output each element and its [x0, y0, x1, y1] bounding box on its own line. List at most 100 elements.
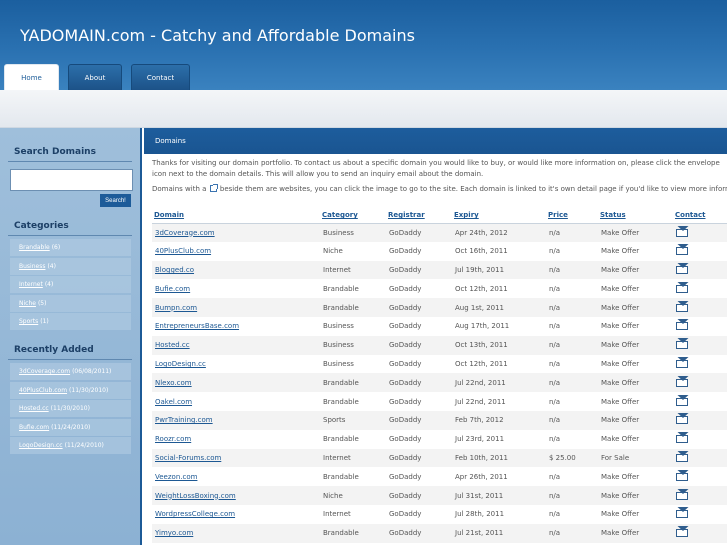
- envelope-icon[interactable]: [676, 453, 688, 462]
- category-link[interactable]: Niche: [19, 300, 36, 307]
- domain-link[interactable]: 3dCoverage.com: [155, 229, 215, 237]
- category-meta: (6): [51, 244, 61, 251]
- recent-link[interactable]: Hosted.cc: [19, 405, 49, 412]
- table-row: Oakel.com Brandable GoDaddy Jul 22nd, 2011 n…: [152, 392, 727, 411]
- domain-link[interactable]: Nlexo.com: [155, 379, 192, 387]
- recent-item[interactable]: Bufie.com (11/24/2010): [10, 418, 131, 436]
- search-input[interactable]: [10, 169, 133, 191]
- cell-status: Make Offer: [598, 316, 673, 336]
- envelope-icon[interactable]: [676, 472, 688, 481]
- envelope-icon[interactable]: [676, 529, 688, 538]
- recent-link[interactable]: 3dCoverage.com: [19, 368, 70, 375]
- recent-link[interactable]: LogoDesign.cc: [19, 442, 63, 449]
- divider: [8, 161, 132, 162]
- domain-link[interactable]: Hosted.cc: [155, 341, 190, 349]
- table-row: WordpressCollege.com Internet GoDaddy Jul 2…: [152, 504, 727, 524]
- envelope-icon[interactable]: [676, 397, 688, 406]
- category-link[interactable]: Brandable: [19, 244, 50, 251]
- cell-price: n/a: [546, 467, 598, 487]
- tab-contact[interactable]: Contact: [131, 64, 190, 90]
- envelope-icon[interactable]: [676, 322, 688, 331]
- recent-item[interactable]: LogoDesign.cc (11/24/2010): [10, 437, 131, 454]
- recent-item[interactable]: 40PlusClub.com (11/30/2010): [10, 381, 131, 399]
- cell-status: Make Offer: [598, 260, 673, 280]
- tab-home[interactable]: Home: [4, 64, 59, 90]
- domain-link[interactable]: WeightLossBoxing.com: [155, 492, 236, 500]
- domain-link[interactable]: WordpressCollege.com: [155, 510, 235, 518]
- recent-meta: (11/24/2010): [51, 423, 91, 431]
- domain-link[interactable]: Oakel.com: [155, 398, 192, 406]
- envelope-icon[interactable]: [676, 341, 688, 350]
- column-header-category[interactable]: Category: [320, 208, 386, 224]
- envelope-icon[interactable]: [676, 303, 688, 312]
- category-item[interactable]: Internet (4): [10, 276, 131, 293]
- cell-expiry: Oct 12th, 2011: [452, 279, 546, 299]
- domain-link[interactable]: Bumpn.com: [155, 304, 197, 312]
- search-heading: Search Domains: [14, 147, 96, 157]
- envelope-icon[interactable]: [676, 265, 688, 274]
- domain-link[interactable]: Bufie.com: [155, 285, 190, 293]
- search-button[interactable]: Search!: [100, 194, 131, 207]
- cell-contact: [673, 486, 727, 505]
- envelope-icon[interactable]: [676, 378, 688, 387]
- column-header-expiry[interactable]: Expiry: [452, 208, 546, 224]
- recent-link[interactable]: Bufie.com: [19, 424, 49, 431]
- cell-expiry: Jul 22nd, 2011: [452, 392, 546, 411]
- domain-link[interactable]: Yimyo.com: [155, 529, 193, 537]
- domain-link[interactable]: EntrepreneursBase.com: [155, 322, 239, 330]
- category-item[interactable]: Niche (5): [10, 294, 131, 312]
- category-item[interactable]: Business (4): [10, 257, 131, 275]
- recent-link[interactable]: 40PlusClub.com: [19, 387, 67, 394]
- domain-link[interactable]: Blogged.co: [155, 266, 194, 274]
- table-header-row: Domain Category Registrar Expiry Price Status…: [152, 208, 727, 224]
- envelope-icon[interactable]: [676, 435, 688, 444]
- domain-link[interactable]: PwrTraining.com: [155, 416, 213, 424]
- recent-item[interactable]: Hosted.cc (11/30/2010): [10, 400, 131, 417]
- tab-about[interactable]: About: [68, 64, 122, 90]
- cell-expiry: Jul 19th, 2011: [452, 260, 546, 280]
- table-row: Hosted.cc Business GoDaddy Oct 13th, 2011 n/…: [152, 335, 727, 355]
- envelope-icon[interactable]: [676, 491, 688, 500]
- category-item[interactable]: Brandable (6): [10, 239, 131, 256]
- category-meta: (1): [40, 318, 49, 325]
- cell-price: n/a: [546, 504, 598, 524]
- envelope-icon[interactable]: [676, 247, 688, 256]
- website-note: Domains with a beside them are websites,…: [152, 184, 727, 193]
- column-header-contact[interactable]: Contact: [673, 208, 727, 224]
- category-link[interactable]: Business: [19, 263, 45, 270]
- domain-link[interactable]: LogoDesign.cc: [155, 360, 206, 368]
- cell-registrar: GoDaddy: [386, 486, 452, 505]
- category-link[interactable]: Internet: [19, 281, 43, 288]
- column-header-status[interactable]: Status: [598, 208, 673, 224]
- cell-expiry: Apr 26th, 2011: [452, 467, 546, 487]
- recent-item[interactable]: 3dCoverage.com (06/08/2011): [10, 363, 131, 380]
- cell-category: Brandable: [320, 467, 386, 487]
- envelope-icon[interactable]: [676, 416, 688, 425]
- cell-domain: Bufie.com: [152, 279, 320, 299]
- category-item[interactable]: Sports (1): [10, 313, 131, 330]
- domain-link[interactable]: Social-Forums.com: [155, 454, 221, 462]
- cell-domain: Nlexo.com: [152, 373, 320, 393]
- cell-price: n/a: [546, 260, 598, 280]
- cell-price: n/a: [546, 373, 598, 393]
- domain-link[interactable]: Veezon.com: [155, 473, 197, 481]
- envelope-icon[interactable]: [676, 228, 688, 237]
- cell-status: Make Offer: [598, 429, 673, 449]
- column-header-domain[interactable]: Domain: [152, 208, 320, 224]
- column-header-registrar[interactable]: Registrar: [386, 208, 452, 224]
- category-meta: (5): [37, 299, 47, 307]
- cell-contact: [673, 392, 727, 411]
- envelope-icon[interactable]: [676, 510, 688, 519]
- category-link[interactable]: Sports: [19, 318, 38, 325]
- cell-expiry: Oct 16th, 2011: [452, 241, 546, 261]
- cell-registrar: GoDaddy: [386, 429, 452, 449]
- categories-list: Brandable (6) Business (4) Internet (4) Niche(…: [10, 239, 131, 332]
- domain-link[interactable]: 40PlusClub.com: [155, 247, 211, 255]
- envelope-icon[interactable]: [676, 359, 688, 368]
- envelope-icon[interactable]: [676, 284, 688, 293]
- cell-domain: Roozr.com: [152, 429, 320, 449]
- cell-price: n/a: [546, 410, 598, 430]
- domain-link[interactable]: Roozr.com: [155, 435, 191, 443]
- cell-registrar: GoDaddy: [386, 354, 452, 374]
- column-header-price[interactable]: Price: [546, 208, 598, 224]
